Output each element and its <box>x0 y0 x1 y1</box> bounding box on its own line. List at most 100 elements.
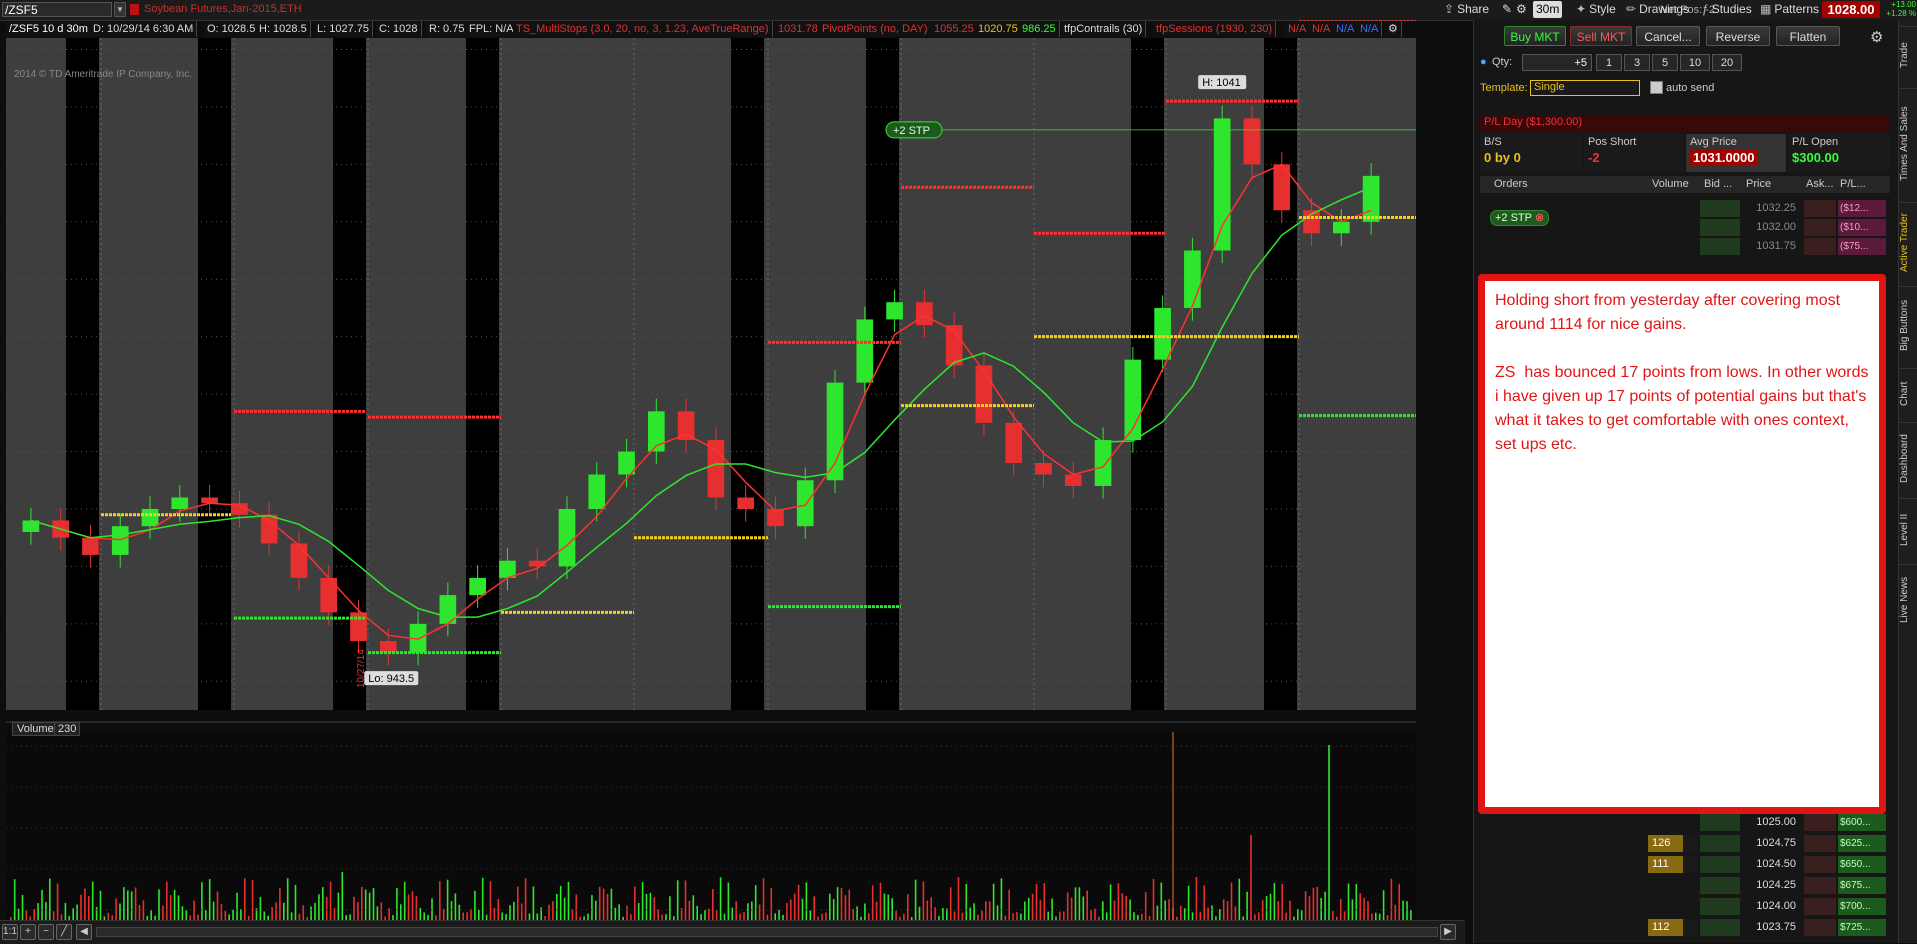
ladder-bid[interactable] <box>1700 919 1740 936</box>
symbol-input[interactable]: /ZSF5 <box>2 2 112 17</box>
ladder-bid[interactable] <box>1700 219 1740 236</box>
volume-bar <box>1125 896 1127 920</box>
ladder-bid[interactable] <box>1700 856 1740 873</box>
volume-bar <box>708 908 710 920</box>
volume-bar <box>88 895 90 920</box>
ladder-bid[interactable] <box>1700 835 1740 852</box>
study-label[interactable]: N/A <box>1357 21 1383 37</box>
ladder-ask[interactable] <box>1804 898 1836 915</box>
volume-bar <box>513 901 515 920</box>
auto-send-checkbox[interactable] <box>1650 81 1663 94</box>
chart-area[interactable]: 1050104010301020101010009909809709609509… <box>6 20 1416 943</box>
reverse-button[interactable]: Reverse <box>1706 26 1770 46</box>
study-label[interactable]: 1020.75 <box>975 21 1022 37</box>
ladder-bid[interactable] <box>1700 877 1740 894</box>
ladder-row[interactable]: 1024.00 $700... <box>1480 898 1890 915</box>
candle-body <box>1332 221 1350 234</box>
ladder-ask[interactable] <box>1804 200 1836 217</box>
volume-bar <box>778 909 780 920</box>
ladder-row[interactable]: 1024.25 $675... <box>1480 877 1890 894</box>
volume-bar <box>641 882 644 920</box>
flatten-button[interactable]: Flatten <box>1776 26 1840 46</box>
ladder-ask[interactable] <box>1804 877 1836 894</box>
chart-bottom-toolbar: 1:1 + − ╱ ◀ ▶ <box>0 920 1465 944</box>
wrench-icon[interactable]: ✎ <box>1502 1 1512 18</box>
drawings-button[interactable]: ✏ Drawings <box>1626 1 1689 18</box>
study-settings-icon[interactable]: ⚙ <box>1385 21 1402 37</box>
tab-dashboard[interactable]: Dashboard <box>1899 422 1917 494</box>
ladder-pl: $675... <box>1838 877 1886 894</box>
ladder-bid[interactable] <box>1700 814 1740 831</box>
ladder-row[interactable]: 126 1024.75 $625... <box>1480 835 1890 852</box>
share-button[interactable]: ⇪ Share <box>1444 1 1489 18</box>
volume-bar <box>786 903 788 920</box>
volume-bar <box>474 890 476 920</box>
study-label[interactable]: 986.25 <box>1019 21 1060 37</box>
tab-chart[interactable]: Chart <box>1899 368 1917 418</box>
ladder-bid[interactable] <box>1700 898 1740 915</box>
ladder-row[interactable]: 111 1024.50 $650... <box>1480 856 1890 873</box>
buy-market-button[interactable]: Buy MKT <box>1504 26 1566 46</box>
qty-preset-3[interactable]: 3 <box>1624 54 1650 71</box>
studies-button[interactable]: ƒ Studies <box>1702 1 1752 18</box>
volume-bar <box>450 901 453 920</box>
settings-icon[interactable]: ⚙ <box>1516 1 1527 18</box>
ladder-row[interactable]: 1031.75 ($75... <box>1480 238 1890 255</box>
study-label[interactable]: 1031.78 <box>775 21 822 37</box>
ladder-ask[interactable] <box>1804 219 1836 236</box>
bar-close: C: 1028 <box>376 21 422 37</box>
cancel-button[interactable]: Cancel... <box>1636 26 1700 46</box>
zoom-in-icon[interactable]: + <box>20 924 36 940</box>
study-label[interactable]: PivotPoints (no, DAY) <box>819 21 932 37</box>
qty-preset-20[interactable]: 20 <box>1712 54 1742 71</box>
volume-bar <box>1168 899 1170 920</box>
volume-bar <box>797 884 800 920</box>
ladder-ask[interactable] <box>1804 814 1836 831</box>
tab-live-news[interactable]: Live News <box>1899 564 1917 634</box>
study-label[interactable]: tfpContrails (30) <box>1061 21 1147 37</box>
chart-canvas[interactable]: 1050104010301020101010009909809709609509… <box>6 20 1416 943</box>
ladder-ask[interactable] <box>1804 238 1836 255</box>
tab-level-ii[interactable]: Level II <box>1899 498 1917 560</box>
zoom-out-icon[interactable]: − <box>38 924 54 940</box>
candle-body <box>796 480 814 527</box>
sell-market-button[interactable]: Sell MKT <box>1570 26 1632 46</box>
study-label[interactable]: tfpSessions (1930, 230) <box>1153 21 1277 37</box>
qty-preset-10[interactable]: 10 <box>1680 54 1710 71</box>
tab-big-buttons[interactable]: Big Buttons <box>1899 286 1917 364</box>
gear-icon[interactable]: ⚙ <box>1870 28 1883 46</box>
template-select[interactable]: Single <box>1530 80 1640 96</box>
close-icon[interactable]: ⊗ <box>1535 212 1544 224</box>
study-label[interactable]: N/A <box>1333 21 1359 37</box>
timeframe-button[interactable]: 30m <box>1533 1 1563 18</box>
line-tool-icon[interactable]: ╱ <box>56 924 72 940</box>
study-label[interactable]: TS_MultiStops (3.0, 20, no, 3, 1.23, Ave… <box>513 21 773 37</box>
ladder-bid[interactable] <box>1700 200 1740 217</box>
chart-scrollbar[interactable] <box>96 927 1438 937</box>
tab-active-trader[interactable]: Active Trader <box>1899 202 1917 282</box>
patterns-button[interactable]: ▦ Patterns <box>1760 1 1819 18</box>
study-label[interactable]: 1055.25 <box>931 21 978 37</box>
volume-bar <box>162 905 164 920</box>
study-label[interactable]: N/A <box>1309 21 1335 37</box>
scroll-left-icon[interactable]: ◀ <box>76 924 92 940</box>
ladder-ask[interactable] <box>1804 919 1836 936</box>
ladder-ask[interactable] <box>1804 856 1836 873</box>
ladder-bid[interactable] <box>1700 238 1740 255</box>
tab-times-and-sales[interactable]: Times And Sales <box>1899 88 1917 198</box>
qty-preset-5[interactable]: 5 <box>1652 54 1678 71</box>
volume-bar <box>1031 893 1034 920</box>
tab-trade[interactable]: Trade <box>1899 26 1917 84</box>
ladder-row[interactable]: 112 1023.75 $725... <box>1480 919 1890 936</box>
qty-preset-1[interactable]: 1 <box>1596 54 1622 71</box>
ladder-ask[interactable] <box>1804 835 1836 852</box>
zoom-reset-icon[interactable]: 1:1 <box>2 924 18 940</box>
scroll-right-icon[interactable]: ▶ <box>1440 924 1456 940</box>
stop-order-chip[interactable]: +2 STP ⊗ <box>1490 210 1550 226</box>
symbol-dropdown-icon[interactable]: ▼ <box>114 2 126 17</box>
study-label[interactable]: N/A <box>1285 21 1311 37</box>
style-button[interactable]: ✦ Style <box>1576 1 1616 18</box>
qty-input[interactable]: +5 <box>1522 54 1592 71</box>
ladder-row[interactable]: 1025.00 $600... <box>1480 814 1890 831</box>
ladder-price: 1025.00 <box>1756 816 1796 828</box>
